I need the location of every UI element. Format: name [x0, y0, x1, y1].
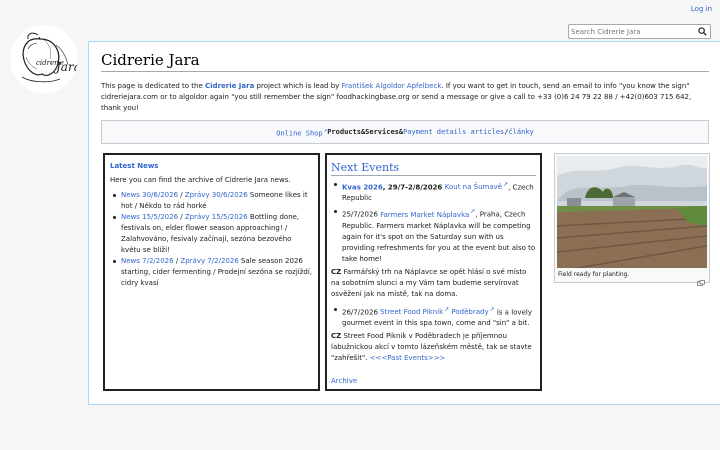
svg-text:Jara: Jara — [53, 60, 78, 74]
event-link[interactable]: Street Food Piknik — [380, 308, 449, 316]
news-box: Latest News Here you can find the archiv… — [103, 153, 320, 391]
thumbnail: Field ready for planting. — [554, 153, 710, 286]
title-divider — [101, 71, 709, 72]
news-intro: Here you can find the archive of Cidreri… — [110, 176, 291, 184]
content-area: Cidrerie Jara This page is dedicated to … — [88, 41, 720, 405]
news-link[interactable]: Zprávy 30/6/2026 — [185, 191, 248, 199]
list-item: Kvas 2026, 29/7-2/8/2026 Kout na Šumavě,… — [331, 179, 536, 204]
payment-link[interactable]: Payment details — [403, 128, 466, 136]
online-shop-link[interactable]: Online Shop — [276, 127, 327, 137]
field-photo[interactable] — [557, 156, 707, 268]
login-link[interactable]: Log in — [691, 5, 712, 13]
event-location-link[interactable]: Farmers Market Náplavka — [380, 211, 475, 219]
services-label: Services — [365, 128, 399, 136]
nav-box: Online ShopProducts&Services&Payment det… — [101, 120, 709, 144]
search-input[interactable] — [571, 26, 696, 37]
clanky-link[interactable]: články — [508, 128, 533, 136]
project-link[interactable]: Cidrerie Jara — [205, 82, 254, 90]
products-label: Products — [327, 128, 361, 136]
events-list: Kvas 2026, 29/7-2/8/2026 Kout na Šumavě,… — [331, 179, 536, 265]
events-box: Next Events Kvas 2026, 29/7-2/8/2026 Kou… — [325, 153, 542, 391]
news-link[interactable]: News 15/5/2026 — [121, 213, 178, 221]
news-list: News 30/6/2026 / Zprávy 30/6/2026 Someon… — [110, 190, 313, 289]
list-item: 26/7/2026 Street Food Piknik Poděbrady i… — [331, 304, 536, 329]
articles-link[interactable]: articles — [471, 128, 505, 136]
events-list: 26/7/2026 Street Food Piknik Poděbrady i… — [331, 304, 536, 329]
list-item: News 15/5/2026 / Zprávy 15/5/2026 Bottli… — [110, 212, 313, 256]
event-location-link[interactable]: Kout na Šumavě — [445, 183, 508, 191]
event-location-link[interactable]: Poděbrady — [451, 308, 494, 316]
search-icon[interactable] — [696, 25, 709, 38]
page-title: Cidrerie Jara — [101, 51, 200, 69]
news-link[interactable]: Zprávy 15/5/2026 — [185, 213, 248, 221]
cz-description: CZ Farmářský trh na Náplavce se opět hlá… — [331, 267, 527, 298]
list-item: News 30/6/2026 / Zprávy 30/6/2026 Someon… — [110, 190, 313, 212]
footer-area — [0, 405, 720, 450]
past-events-link[interactable]: <<<Past Events>>> — [370, 354, 446, 362]
person-link[interactable]: František Algoldor Apfelbeck — [342, 82, 442, 90]
archive-link[interactable]: Archive — [331, 377, 357, 385]
latest-news-heading[interactable]: Latest News — [110, 162, 313, 170]
enlarge-icon[interactable] — [697, 271, 705, 290]
thumbnail-caption: Field ready for planting. — [558, 271, 630, 278]
event-link[interactable]: Kvas 2026 — [342, 183, 383, 191]
site-logo[interactable]: cidrerie Jara — [10, 25, 78, 93]
list-item: News 7/2/2026 / Zprávy 7/2/2026 Sale sea… — [110, 256, 313, 289]
cz-description: CZ Street Food Piknik v Poděbradech je p… — [331, 331, 532, 362]
search-box[interactable] — [568, 24, 711, 39]
intro-paragraph: This page is dedicated to the Cidrerie J… — [101, 82, 692, 112]
news-link[interactable]: Zprávy 7/2/2026 — [180, 257, 238, 265]
next-events-heading[interactable]: Next Events — [331, 161, 536, 176]
news-link[interactable]: News 30/6/2026 — [121, 191, 178, 199]
news-link[interactable]: News 7/2/2026 — [121, 257, 174, 265]
list-item: 25/7/2026 Farmers Market Náplavka, Praha… — [331, 206, 536, 264]
